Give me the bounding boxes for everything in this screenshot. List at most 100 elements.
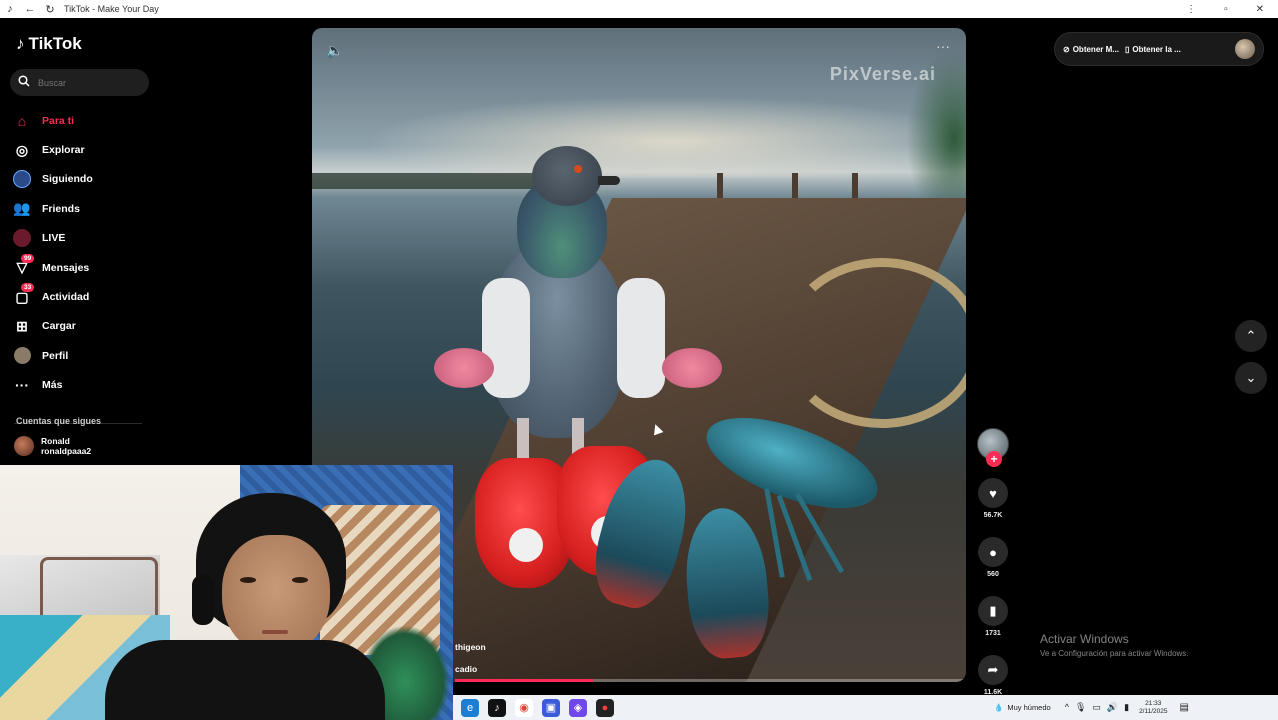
friends-icon: 👥: [13, 200, 31, 217]
network-icon[interactable]: ▭: [1092, 702, 1101, 713]
sidebar-item-label: Mensajes: [42, 261, 90, 274]
notification-icon[interactable]: ▤: [1180, 702, 1189, 713]
sidebar-item-mensajes[interactable]: ▽ 99 Mensajes: [12, 253, 93, 282]
previous-video-button[interactable]: ⌃: [1235, 320, 1267, 352]
sidebar-item-siguiendo[interactable]: Siguiendo: [12, 165, 93, 194]
search-box[interactable]: [10, 69, 149, 96]
windows-taskbar: e ♪ ◉ ▣ ◈ ● 💧 Muy húmedo ^ 🎙 ▭ 🔊 ▮ 21:33…: [453, 695, 1278, 720]
sidebar-item-para-ti[interactable]: ⌂ Para ti: [12, 106, 93, 135]
video-actions: + ♥ 56.7K ● 560 ▮ 1731 ➦ 11.6K: [974, 428, 1012, 696]
sidebar-item-cargar[interactable]: ⊞ Cargar: [12, 312, 93, 341]
video-progress-bar[interactable]: [455, 679, 966, 682]
top-right-actions: ⊘ Obtener M... ▯ Obtener la ...: [1054, 32, 1264, 66]
comment-icon[interactable]: ●: [978, 537, 1008, 567]
avatar: [14, 436, 34, 456]
next-video-button[interactable]: ⌄: [1235, 362, 1267, 394]
sidebar-item-live[interactable]: LIVE: [12, 224, 93, 253]
taskbar-clock[interactable]: 21:33 2/11/2025: [1139, 700, 1167, 716]
reload-icon[interactable]: ↻: [44, 3, 56, 16]
clock-date: 2/11/2025: [1139, 707, 1168, 715]
activity-badge: 33: [21, 283, 35, 293]
like-count: 56.7K: [983, 512, 1003, 519]
speaker-icon[interactable]: 🔊: [1107, 702, 1118, 713]
tiktok-taskbar-icon[interactable]: ♪: [488, 698, 506, 717]
sidebar-item-label: LIVE: [42, 232, 66, 245]
get-app-button[interactable]: ▯ Obtener la ...: [1125, 45, 1181, 54]
close-icon[interactable]: ✕: [1256, 4, 1264, 15]
browser-title-bar: ♪ ← ↻ TikTok - Make Your Day ⋮ ▫ ✕: [0, 0, 1278, 18]
activity-icon: ▢ 33: [12, 283, 35, 307]
caption-user[interactable]: thigeon: [455, 636, 486, 658]
more-icon: ···: [15, 377, 29, 394]
sidebar-item-explorar[interactable]: ◎ Explorar: [12, 135, 93, 164]
chrome-icon[interactable]: ◉: [515, 698, 533, 717]
app-icon[interactable]: ▣: [542, 698, 560, 717]
sidebar-item-label: Friends: [42, 202, 80, 215]
video-caption: thigeon cadio: [455, 636, 486, 680]
sidebar-item-perfil[interactable]: Perfil: [12, 341, 93, 370]
profile-icon: [12, 346, 32, 366]
tiktok-logo[interactable]: ♪ TikTok: [16, 34, 82, 54]
following-section-title: Cuentas que sigues: [16, 416, 102, 426]
sidebar-item-label: Perfil: [42, 349, 69, 362]
obs-icon[interactable]: ●: [596, 698, 614, 717]
microphone-icon[interactable]: 🎙: [1075, 702, 1086, 713]
search-icon: [18, 74, 30, 92]
volume-icon[interactable]: 🔈: [326, 42, 343, 59]
tiktok-app-icon: ♪: [7, 3, 13, 15]
upload-icon: ⊞: [16, 317, 28, 334]
home-icon: ⌂: [17, 112, 27, 129]
user-avatar[interactable]: [1235, 39, 1255, 59]
sidebar-item-friends[interactable]: 👥 Friends: [12, 194, 93, 223]
chevron-up-icon[interactable]: ^: [1065, 702, 1069, 713]
sidebar-item-label: Cargar: [42, 320, 76, 333]
battery-icon[interactable]: ▮: [1124, 702, 1129, 713]
sidebar-item-label: Actividad: [42, 291, 90, 304]
droplet-icon: 💧: [994, 703, 1004, 712]
sidebar-item-actividad[interactable]: ▢ 33 Actividad: [12, 282, 93, 311]
like-heart-icon[interactable]: ♥: [978, 478, 1008, 508]
live-icon: [12, 228, 32, 248]
tiktok-note-icon: ♪: [16, 34, 25, 53]
menu-dots-icon[interactable]: ⋮: [1186, 4, 1196, 15]
sidebar-item-label: Para ti: [42, 114, 75, 127]
video-progress-fill: [455, 679, 593, 682]
window-title: TikTok - Make Your Day: [64, 4, 159, 14]
follow-plus-icon[interactable]: +: [986, 451, 1002, 467]
chevron-up-icon: ⌃: [1245, 328, 1257, 343]
clock-time: 21:33: [1145, 699, 1162, 707]
lobster-figure: [583, 398, 922, 662]
webcam-overlay: [0, 465, 453, 720]
more-options-icon[interactable]: ···: [936, 38, 950, 54]
get-coins-button[interactable]: ⊘ Obtener M...: [1063, 45, 1119, 54]
sidebar-nav: ⌂ Para ti ◎ Explorar Siguiendo 👥 Friends…: [12, 106, 93, 400]
bookmark-icon[interactable]: ▮: [978, 596, 1008, 626]
compass-icon: ◎: [15, 141, 29, 158]
weather-widget[interactable]: 💧 Muy húmedo: [994, 703, 1051, 712]
comment-count: 560: [987, 571, 999, 578]
sidebar-item-label: Siguiendo: [42, 173, 93, 186]
discord-icon[interactable]: ◈: [569, 698, 587, 717]
edge-icon[interactable]: e: [461, 698, 479, 717]
system-tray: ^ 🎙 ▭ 🔊 ▮: [1065, 702, 1129, 713]
sidebar-item-mas[interactable]: ··· Más: [12, 371, 93, 400]
account-name: Ronald: [41, 436, 70, 446]
sidebar-item-label: Más: [42, 379, 63, 392]
activate-windows-watermark: Activar Windows Ve a Configuración para …: [1040, 632, 1189, 658]
following-icon: [12, 169, 32, 189]
share-arrow-icon[interactable]: ➦: [978, 655, 1008, 685]
phone-icon: ▯: [1124, 44, 1130, 54]
save-count: 1731: [985, 630, 1001, 637]
sidebar-item-label: Explorar: [42, 144, 85, 157]
search-input[interactable]: [38, 77, 138, 88]
pixverse-watermark: PixVerse.ai: [829, 64, 936, 84]
coin-icon: ⊘: [1063, 44, 1070, 54]
caption-sound[interactable]: cadio: [455, 658, 486, 680]
messages-icon: ▽ 99: [12, 253, 35, 278]
following-account[interactable]: Ronald ronaldpaaa2: [14, 436, 91, 456]
back-arrow-icon[interactable]: ←: [24, 3, 36, 15]
restore-icon[interactable]: ▫: [1224, 4, 1228, 15]
creator-avatar[interactable]: +: [977, 428, 1009, 467]
account-handle: ronaldpaaa2: [41, 446, 92, 456]
logo-text: TikTok: [28, 34, 82, 53]
